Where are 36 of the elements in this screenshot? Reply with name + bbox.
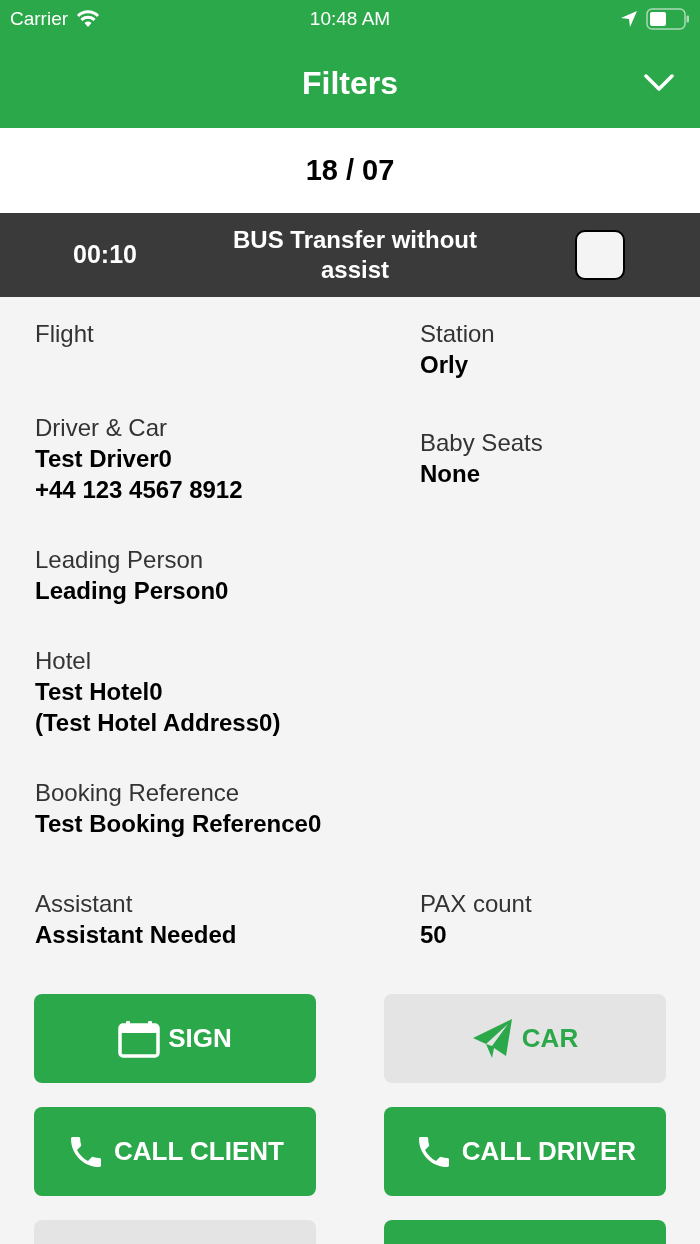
transfer-checkbox[interactable]	[575, 230, 625, 280]
field-value: Orly	[420, 350, 470, 380]
action-button[interactable]: CALL CLIENT	[34, 1107, 316, 1196]
transfer-title: BUS Transfer without assist	[232, 225, 478, 285]
field-value: +44 123 4567 8912	[35, 475, 244, 505]
transfer-time: 00:10	[72, 239, 138, 271]
field-label: Leading Person	[35, 545, 205, 575]
field-label: Baby Seats	[420, 428, 544, 458]
field-label: Booking Reference	[35, 778, 241, 808]
location-arrow-icon	[620, 10, 638, 28]
field-value: None	[420, 459, 481, 489]
status-time: 10:48 AM	[309, 6, 391, 31]
wifi-icon	[76, 10, 101, 28]
field-label: Hotel	[35, 646, 93, 676]
date-label: 18 / 07	[305, 152, 395, 188]
field-value: (Test Hotel Address0)	[35, 708, 282, 738]
field-label: Flight	[35, 319, 95, 349]
calendar-icon	[118, 1019, 161, 1058]
field-label: Station	[420, 319, 496, 349]
paper-plane-icon	[471, 1017, 514, 1060]
field-value: Test Booking Reference0	[35, 809, 323, 839]
header-title: Filters	[302, 64, 398, 103]
field-value: Leading Person0	[35, 576, 230, 606]
field-value: 50	[420, 920, 448, 950]
carrier-label: Carrier	[10, 6, 69, 31]
field-label: Driver & Car	[35, 413, 168, 443]
field-value: Test Hotel0	[35, 677, 164, 707]
field-value: Assistant Needed	[35, 920, 238, 950]
action-button[interactable]: CALL DRIVER	[384, 1107, 666, 1196]
field-value: Test Driver0	[35, 444, 173, 474]
battery-icon	[646, 8, 690, 30]
action-button[interactable]: CAR	[384, 994, 666, 1083]
field-label: PAX count	[420, 889, 533, 919]
field-label: Assistant	[35, 889, 134, 919]
chevron-down-icon[interactable]	[644, 74, 674, 92]
action-button[interactable]: SIGN	[34, 994, 316, 1083]
